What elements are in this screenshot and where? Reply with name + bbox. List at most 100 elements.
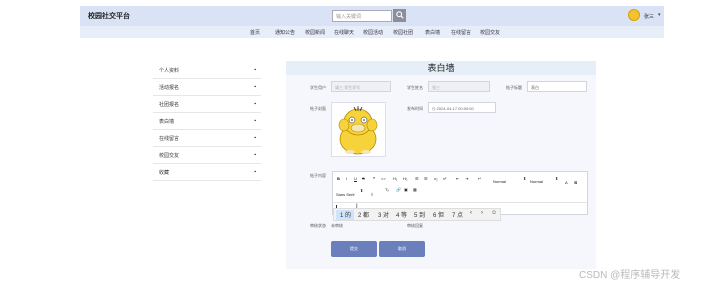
quote-icon[interactable]: ❝ [373, 176, 375, 181]
bullet-icon: ▪ [254, 169, 256, 175]
nav-clubs[interactable]: 校园社团 [393, 29, 413, 36]
bullet-list-icon[interactable]: ☰ [424, 176, 428, 181]
bullet-icon: ▪ [254, 84, 256, 90]
review-reply-label: 审核回复 [407, 223, 423, 228]
ime-candidate[interactable]: 7 点 [452, 210, 463, 219]
submit-button[interactable]: 提交 [331, 241, 377, 257]
sidebar-item-label: 在线留言 [159, 136, 180, 142]
ordered-list-icon[interactable]: ☰ [415, 176, 419, 181]
chevron-right-icon[interactable]: › [481, 210, 483, 216]
image-icon[interactable]: ▣ [404, 187, 408, 192]
nav-news[interactable]: 校园新闻 [305, 29, 325, 36]
sidebar-item-activity-signup[interactable]: 活动报名 ▪ [153, 79, 261, 96]
header-select[interactable]: Normal [530, 179, 543, 184]
avatar[interactable] [628, 9, 640, 21]
ime-candidate-bar: 1 的 2 都 3 对 4 等 5 到 6 但 7 点 ‹ › ☺ [333, 208, 501, 221]
page: 校园社交平台 输入关键词 张三 ▾ 首页 通知公告 校园新闻 在线聊天 校园活动… [0, 0, 718, 286]
post-image-upload[interactable] [331, 102, 386, 157]
nav-chat[interactable]: 在线聊天 [334, 29, 354, 36]
sidebar: 个人资料 ▪ 活动报名 ▪ 社团报名 ▪ 表白墙 ▪ 在线留言 ▪ 校园交友 ▪… [153, 62, 261, 181]
bullet-icon: ▪ [254, 152, 256, 158]
username[interactable]: 张三 [644, 13, 654, 20]
ime-candidate[interactable]: 4 等 [396, 210, 407, 219]
search-icon [395, 11, 404, 19]
bullet-icon: ▪ [254, 101, 256, 107]
nav-notices[interactable]: 通知公告 [275, 29, 295, 36]
duck-image [338, 106, 378, 155]
site-logo-text[interactable]: 校园社交平台 [88, 11, 130, 21]
text-direction-icon[interactable]: ↵ [478, 176, 481, 181]
nav-messages[interactable]: 在线留言 [451, 29, 471, 36]
underline-button[interactable]: U [354, 176, 357, 181]
h2-button[interactable]: H₂ [403, 176, 407, 181]
align-icon[interactable]: ≡ [371, 192, 373, 197]
chevron-down-icon[interactable]: ⬍ [360, 188, 363, 193]
chevron-down-icon[interactable]: ▾ [658, 12, 661, 18]
emoji-icon[interactable]: ☺ [491, 210, 497, 216]
sidebar-item-label: 活动报名 [159, 85, 180, 91]
post-title-label: 帖子标题 [506, 85, 522, 90]
superscript-button[interactable]: x² [443, 176, 446, 181]
student-name-value: 张三 [432, 85, 440, 90]
sidebar-item-confession-wall[interactable]: 表白墙 ▪ [153, 113, 261, 130]
sidebar-item-favorites[interactable]: 收藏 ▪ [153, 164, 261, 181]
sidebar-item-label: 校园交友 [159, 153, 180, 159]
confession-form-panel: 表白墙 学生用户 请三 学生学号 学生姓名 张三 帖子标题 表白 帖子封面 发布… [286, 61, 596, 269]
nav-home[interactable]: 首页 [250, 29, 260, 36]
sidebar-item-friends[interactable]: 校园交友 ▪ [153, 147, 261, 164]
cancel-button[interactable]: 取消 [379, 241, 425, 257]
student-name-label: 学生姓名 [407, 85, 423, 90]
page-title: 表白墙 [286, 61, 596, 75]
bullet-icon: ▪ [254, 67, 256, 73]
top-header: 校园社交平台 输入关键词 张三 ▾ [80, 6, 664, 26]
ime-candidate[interactable]: 6 但 [433, 210, 444, 219]
bold-button[interactable]: B [337, 176, 340, 181]
outdent-icon[interactable]: ⇤ [456, 176, 459, 181]
bullet-icon: ▪ [254, 118, 256, 124]
background-color-icon[interactable]: ⊠ [574, 180, 577, 185]
post-content-label: 帖子内容 [310, 173, 326, 178]
italic-button[interactable]: I [346, 176, 347, 181]
ime-candidate[interactable]: 1 的 [340, 210, 351, 219]
search-button[interactable] [393, 9, 406, 22]
clear-format-icon[interactable]: Tₓ [385, 187, 389, 192]
font-color-icon[interactable]: A [565, 180, 568, 185]
sidebar-item-messages[interactable]: 在线留言 ▪ [153, 130, 261, 147]
ime-candidate[interactable]: 2 都 [358, 210, 369, 219]
font-select[interactable]: Sans Serif [336, 192, 354, 197]
post-title-field[interactable]: 表白 [527, 81, 587, 92]
sidebar-item-label: 表白墙 [159, 119, 175, 125]
publish-time-label: 发布时间 [407, 106, 423, 111]
student-account-field: 请三 学生学号 [331, 81, 391, 92]
review-status-value: 未审核 [331, 223, 343, 228]
post-image-label: 帖子封面 [310, 106, 326, 111]
search-input[interactable]: 输入关键词 [332, 10, 392, 22]
review-status-label: 审核状态 [310, 223, 326, 228]
video-icon[interactable]: ▦ [413, 187, 417, 192]
nav-activities[interactable]: 校园活动 [363, 29, 383, 36]
ime-candidate[interactable]: 5 到 [414, 210, 425, 219]
sidebar-item-label: 社团报名 [159, 102, 180, 108]
h1-button[interactable]: H₁ [393, 176, 397, 181]
link-icon[interactable]: 🔗 [396, 187, 401, 192]
chevron-left-icon[interactable]: ‹ [470, 210, 472, 216]
sidebar-item-label: 个人资料 [159, 68, 180, 74]
chevron-down-icon[interactable]: ⬍ [555, 176, 558, 181]
chevron-down-icon[interactable]: ⬍ [523, 176, 526, 181]
indent-icon[interactable]: ⇥ [465, 176, 468, 181]
ime-candidate[interactable]: 3 对 [378, 210, 389, 219]
sidebar-item-profile[interactable]: 个人资料 ▪ [153, 62, 261, 79]
bullet-icon: ▪ [254, 135, 256, 141]
student-account-value: 请三 学生学号 [335, 85, 361, 90]
code-icon[interactable]: <> [381, 176, 386, 181]
nav-confession-wall[interactable]: 表白墙 [425, 29, 440, 36]
student-account-label: 学生用户 [310, 85, 326, 90]
sidebar-item-club-signup[interactable]: 社团报名 ▪ [153, 96, 261, 113]
nav-friends[interactable]: 校园交友 [480, 29, 500, 36]
watermark: CSDN @程序辅导开发 [579, 270, 681, 281]
size-select[interactable]: Normal [493, 179, 506, 184]
post-title-value: 表白 [531, 85, 539, 90]
subscript-button[interactable]: x₂ [434, 176, 438, 181]
publish-time-field[interactable]: ◷ 2024-04-17 00:00:00 [428, 102, 496, 113]
strike-button[interactable]: S [362, 176, 365, 181]
